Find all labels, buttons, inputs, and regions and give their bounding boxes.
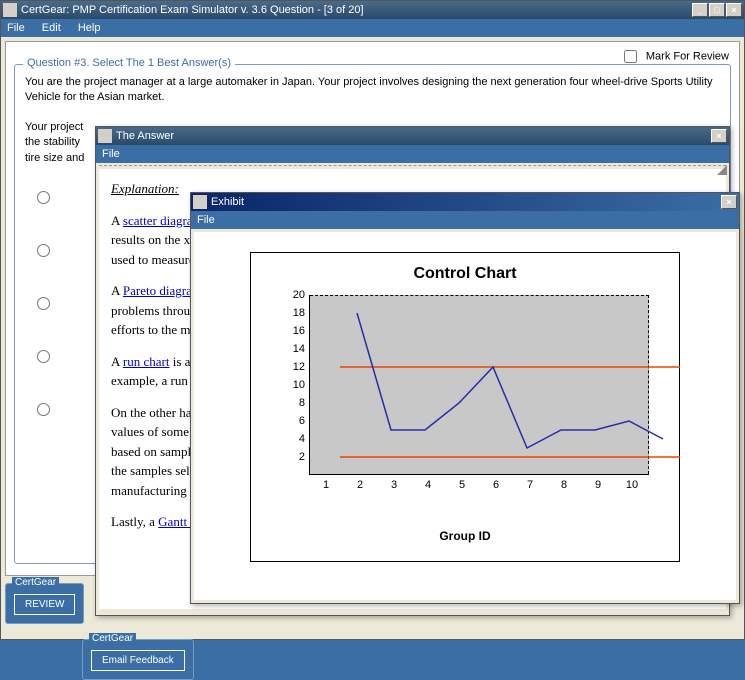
review-panel-label: CertGear bbox=[12, 577, 59, 588]
mark-review-checkbox[interactable] bbox=[624, 50, 637, 63]
app-icon bbox=[98, 129, 112, 143]
main-menubar: File Edit Help bbox=[1, 19, 744, 37]
chart-svg bbox=[340, 295, 680, 475]
question-text-4: tire size and bbox=[25, 152, 84, 164]
x-axis-title: Group ID bbox=[269, 529, 661, 543]
x-axis-labels: 12345678910 bbox=[309, 479, 649, 491]
review-button[interactable]: REVIEW bbox=[14, 594, 75, 615]
maximize-button[interactable]: □ bbox=[709, 3, 725, 17]
answer-close-button[interactable]: × bbox=[711, 129, 727, 143]
answer-titlebar: The Answer × bbox=[96, 127, 729, 145]
answer-radio-1[interactable] bbox=[37, 191, 50, 204]
minimize-button[interactable]: _ bbox=[692, 3, 708, 17]
menu-edit[interactable]: Edit bbox=[42, 22, 61, 34]
plot-background bbox=[309, 295, 649, 475]
answer-radio-2[interactable] bbox=[37, 244, 50, 257]
chart-title: Control Chart bbox=[269, 265, 661, 283]
answer-radios bbox=[37, 191, 50, 456]
answer-menubar: File bbox=[96, 145, 729, 163]
feedback-panel-label: CertGear bbox=[89, 633, 136, 644]
chart-area: 2018161412108642 12345678910 bbox=[279, 295, 659, 505]
control-chart: Control Chart 2018161412108642 123456789… bbox=[250, 252, 680, 562]
question-text-3: the stability bbox=[25, 136, 80, 148]
exhibit-title: Exhibit bbox=[211, 196, 721, 208]
main-titlebar: CertGear: PMP Certification Exam Simulat… bbox=[1, 1, 744, 19]
resize-grip-icon[interactable] bbox=[717, 165, 727, 175]
exhibit-menubar: File bbox=[191, 211, 739, 229]
question-text-2: Your project bbox=[25, 121, 83, 133]
exhibit-titlebar: Exhibit × bbox=[191, 193, 739, 211]
answer-radio-5[interactable] bbox=[37, 403, 50, 416]
exhibit-menu-file[interactable]: File bbox=[197, 214, 215, 226]
main-title: CertGear: PMP Certification Exam Simulat… bbox=[21, 4, 692, 16]
run-chart-link[interactable]: run chart bbox=[123, 354, 170, 369]
exhibit-body: Control Chart 2018161412108642 123456789… bbox=[194, 232, 736, 600]
feedback-panel: CertGear Email Feedback bbox=[82, 639, 194, 680]
divider bbox=[99, 165, 726, 166]
question-text-1: You are the project manager at a large a… bbox=[25, 75, 720, 106]
answer-radio-3[interactable] bbox=[37, 297, 50, 310]
menu-help[interactable]: Help bbox=[78, 22, 101, 34]
menu-file[interactable]: File bbox=[7, 22, 25, 34]
app-icon bbox=[193, 195, 207, 209]
mark-for-review: Mark For Review bbox=[624, 50, 729, 63]
email-feedback-button[interactable]: Email Feedback bbox=[91, 650, 185, 671]
close-button[interactable]: × bbox=[726, 3, 742, 17]
app-icon bbox=[3, 3, 17, 17]
y-axis-labels: 2018161412108642 bbox=[279, 289, 305, 469]
answer-menu-file[interactable]: File bbox=[102, 148, 120, 160]
review-panel: CertGear REVIEW bbox=[5, 583, 84, 624]
answer-radio-4[interactable] bbox=[37, 350, 50, 363]
exhibit-window: Exhibit × File Control Chart 20181614121… bbox=[190, 192, 740, 604]
answer-title: The Answer bbox=[116, 130, 711, 142]
question-header: Question #3. Select The 1 Best Answer(s) bbox=[23, 57, 235, 69]
mark-review-label: Mark For Review bbox=[646, 50, 729, 62]
exhibit-close-button[interactable]: × bbox=[721, 195, 737, 209]
